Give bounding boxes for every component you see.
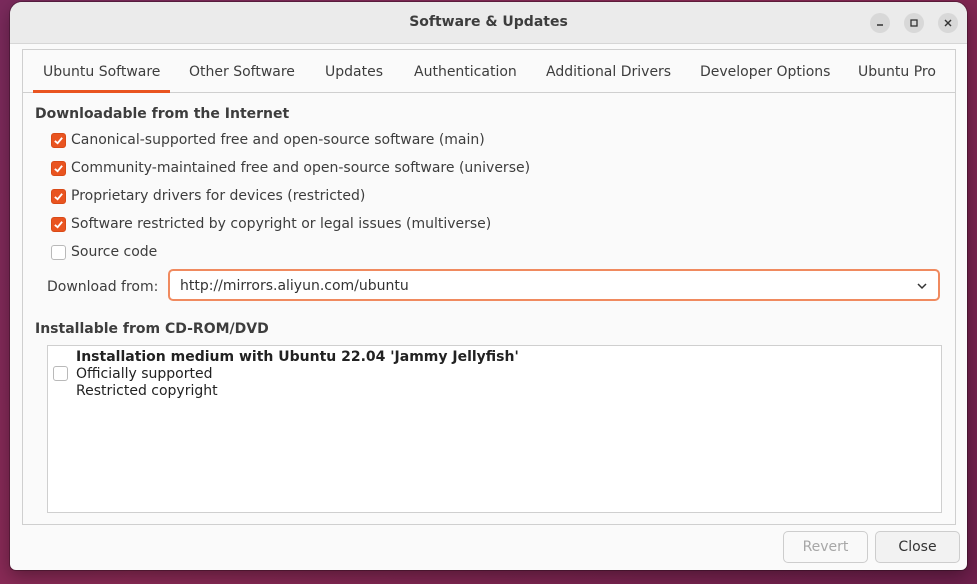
tab-other-software[interactable]: Other Software	[189, 64, 295, 80]
close-button[interactable]: Close	[875, 531, 960, 563]
tab-updates[interactable]: Updates	[325, 64, 383, 80]
tab-bar: Ubuntu Software Other Software Updates A…	[23, 50, 955, 93]
checkbox-checked[interactable]	[51, 132, 66, 148]
option-main[interactable]: Canonical-supported free and open-source…	[51, 131, 485, 149]
option-universe[interactable]: Community-maintained free and open-sourc…	[51, 159, 530, 177]
revert-button[interactable]: Revert	[783, 531, 868, 563]
option-label: Canonical-supported free and open-source…	[71, 132, 485, 148]
checkbox-checked[interactable]	[51, 216, 66, 232]
checkmark-icon	[54, 136, 63, 145]
option-label: Software restricted by copyright or lega…	[71, 216, 492, 232]
chevron-down-icon	[917, 283, 927, 290]
checkmark-icon	[54, 220, 63, 229]
tab-additional-drivers[interactable]: Additional Drivers	[546, 64, 671, 80]
cdrom-list: Installation medium with Ubuntu 22.04 'J…	[47, 345, 942, 513]
tab-authentication[interactable]: Authentication	[414, 64, 517, 80]
checkbox-checked[interactable]	[51, 160, 66, 176]
cdrom-section-heading: Installable from CD-ROM/DVD	[35, 321, 269, 337]
minimize-icon	[877, 24, 883, 26]
cdrom-item[interactable]: Installation medium with Ubuntu 22.04 'J…	[76, 349, 519, 400]
option-label: Proprietary drivers for devices (restric…	[71, 188, 366, 204]
download-server-value: http://mirrors.aliyun.com/ubuntu	[180, 278, 409, 294]
checkbox-unchecked[interactable]	[51, 244, 66, 260]
option-multiverse[interactable]: Software restricted by copyright or lega…	[51, 215, 491, 233]
cdrom-checkbox[interactable]	[53, 366, 68, 381]
close-icon	[944, 19, 952, 27]
tab-panel: Ubuntu Software Other Software Updates A…	[22, 49, 956, 525]
tab-ubuntu-software[interactable]: Ubuntu Software	[32, 64, 171, 93]
option-label: Community-maintained free and open-sourc…	[71, 160, 531, 176]
option-source-code[interactable]: Source code	[51, 243, 157, 261]
checkmark-icon	[54, 192, 63, 201]
cdrom-item-support: Officially supported	[76, 366, 213, 382]
option-label: Source code	[71, 244, 158, 260]
download-server-dropdown[interactable]: http://mirrors.aliyun.com/ubuntu	[168, 269, 940, 301]
maximize-icon	[910, 19, 918, 27]
header-bar: Software & Updates	[10, 2, 967, 44]
cdrom-item-copyright: Restricted copyright	[76, 383, 218, 399]
tab-developer-options[interactable]: Developer Options	[700, 64, 830, 80]
close-window-button[interactable]	[938, 13, 958, 33]
maximize-button[interactable]	[904, 13, 924, 33]
option-restricted[interactable]: Proprietary drivers for devices (restric…	[51, 187, 365, 205]
tab-ubuntu-pro[interactable]: Ubuntu Pro	[858, 64, 936, 80]
minimize-button[interactable]	[870, 13, 890, 33]
software-updates-window: Software & Updates Ubuntu Software Other…	[10, 2, 967, 570]
download-from-label: Download from:	[47, 279, 159, 295]
window-title: Software & Updates	[409, 14, 568, 30]
checkmark-icon	[54, 164, 63, 173]
cdrom-item-name: Installation medium with Ubuntu 22.04 'J…	[76, 349, 519, 365]
internet-section-heading: Downloadable from the Internet	[35, 106, 290, 122]
checkbox-checked[interactable]	[51, 188, 66, 204]
